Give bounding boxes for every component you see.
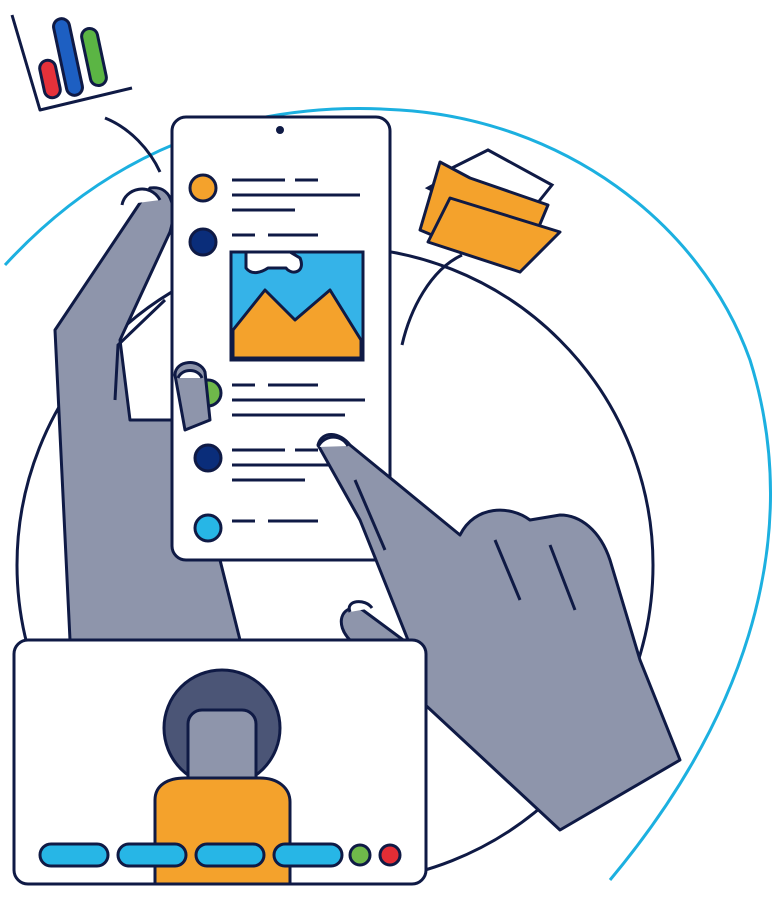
phone-camera	[276, 126, 284, 134]
control-dot-green[interactable]	[348, 843, 372, 867]
control-pill[interactable]	[38, 842, 110, 868]
collaboration-illustration	[3, 14, 772, 886]
feed-bullet	[193, 513, 223, 543]
feed-bullet	[188, 227, 218, 257]
left-thumb-nail	[176, 369, 204, 379]
control-pill[interactable]	[272, 842, 344, 868]
feed-bullet	[188, 173, 218, 203]
control-pill[interactable]	[116, 842, 188, 868]
video-call-window	[12, 638, 428, 886]
control-pill[interactable]	[194, 842, 266, 868]
control-dot-red[interactable]	[378, 843, 402, 867]
bar-chart-icon	[10, 14, 133, 112]
image-icon	[229, 250, 365, 362]
folder-icon	[418, 148, 562, 274]
feed-bullet	[193, 443, 223, 473]
